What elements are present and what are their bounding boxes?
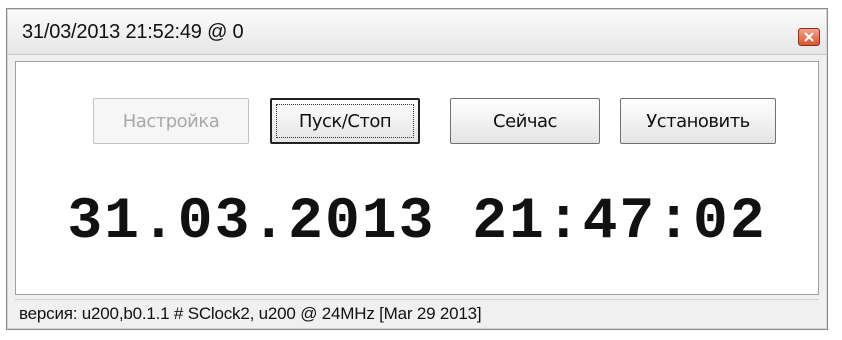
status-bar: версия: u200,b0.1.1 # SClock2, u200 @ 24… [15,299,819,328]
app-window: 31/03/2013 21:52:49 @ 0 Настройка Пуск/С… [6,8,828,330]
clock-display: 31.03.2013 21:47:02 [67,190,767,255]
focus-ring [276,104,414,138]
close-icon [804,32,814,42]
start-stop-button[interactable]: Пуск/Стоп [270,98,420,144]
version-status: версия: u200,b0.1.1 # SClock2, u200 @ 24… [19,304,482,323]
now-button[interactable]: Сейчас [450,98,600,144]
set-button-label: Установить [646,110,750,132]
settings-button-label: Настройка [122,110,220,132]
close-button[interactable] [798,28,820,46]
settings-button[interactable]: Настройка [93,98,249,144]
client-area: Настройка Пуск/Стоп Сейчас Установить 31… [15,61,819,295]
set-button[interactable]: Установить [620,98,776,144]
now-button-label: Сейчас [493,110,557,132]
window-title: 31/03/2013 21:52:49 @ 0 [22,21,244,43]
title-bar[interactable]: 31/03/2013 21:52:49 @ 0 [8,10,826,55]
